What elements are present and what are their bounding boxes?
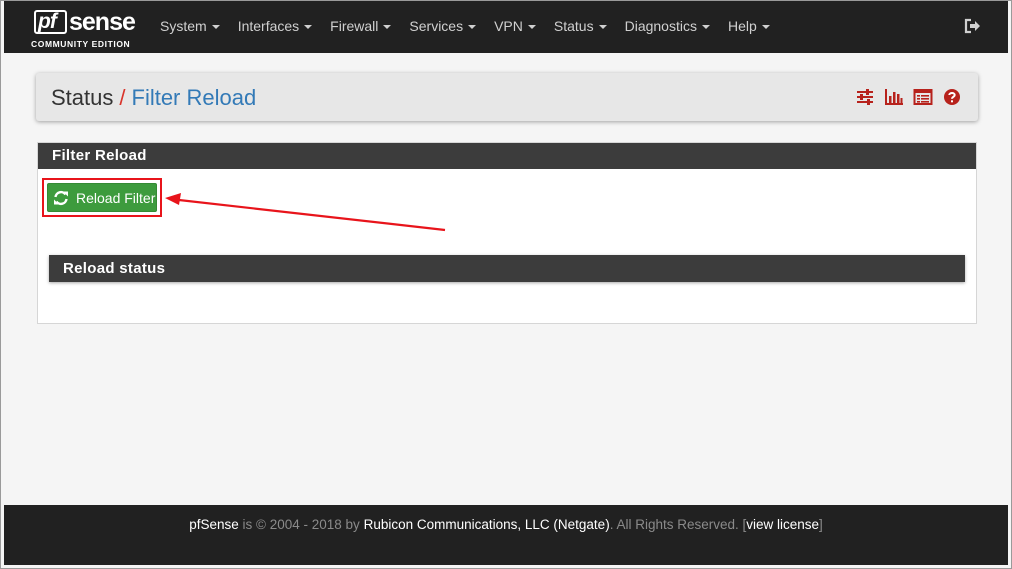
- menu-firewall-label: Firewall: [330, 18, 379, 34]
- breadcrumb-separator: /: [119, 85, 126, 110]
- menu-services-label: Services: [409, 18, 464, 34]
- help-circle-icon[interactable]: [942, 88, 962, 106]
- caret-down-icon: [211, 25, 220, 30]
- menu-services[interactable]: Services: [400, 1, 485, 53]
- reload-filter-label: Reload Filter: [76, 189, 156, 206]
- footer-product: pfSense: [189, 517, 239, 532]
- footer-close-bracket: ]: [819, 517, 823, 532]
- caret-down-icon: [383, 25, 392, 30]
- menu-system[interactable]: System: [151, 1, 229, 53]
- list-table-icon[interactable]: [913, 88, 933, 106]
- caret-down-icon: [761, 25, 770, 30]
- menu-interfaces[interactable]: Interfaces: [229, 1, 321, 53]
- menu-diagnostics[interactable]: Diagnostics: [616, 1, 719, 53]
- menu-interfaces-label: Interfaces: [237, 18, 300, 34]
- footer-copyright: © 2004 - 2018: [256, 517, 342, 532]
- menu-status-label: Status: [553, 18, 594, 34]
- sign-out-icon[interactable]: [964, 18, 982, 34]
- footer: pfSense is © 2004 - 2018 by Rubicon Comm…: [4, 505, 1008, 565]
- caret-down-icon: [701, 25, 710, 30]
- menu-help[interactable]: Help: [719, 1, 779, 53]
- logo-mark: pf: [34, 10, 67, 34]
- footer-company-link[interactable]: Rubicon Communications, LLC (Netgate): [364, 517, 610, 532]
- menu-vpn-label: VPN: [494, 18, 523, 34]
- menu-diagnostics-label: Diagnostics: [624, 18, 697, 34]
- header-shortcuts: [855, 88, 962, 106]
- caret-down-icon: [468, 25, 477, 30]
- menu-vpn[interactable]: VPN: [485, 1, 545, 53]
- menu-firewall[interactable]: Firewall: [321, 1, 400, 53]
- footer-license-link[interactable]: view license: [746, 517, 819, 532]
- highlight-box: Reload Filter: [42, 178, 162, 217]
- breadcrumb: Status / Filter Reload: [51, 85, 256, 111]
- refresh-icon: [54, 190, 68, 205]
- pfsense-logo[interactable]: pf sense COMMUNITY EDITION: [30, 7, 142, 49]
- page-header: Status / Filter Reload: [36, 73, 978, 121]
- logo-edition: COMMUNITY EDITION: [31, 39, 131, 49]
- footer-by: by: [345, 517, 360, 532]
- breadcrumb-parent[interactable]: Status: [51, 85, 113, 110]
- menu-system-label: System: [160, 18, 207, 34]
- panel-title: Filter Reload: [38, 143, 976, 169]
- main-menu: System Interfaces Firewall Services VPN …: [151, 1, 779, 53]
- bar-chart-icon[interactable]: [884, 88, 904, 106]
- logo-name: sense: [69, 8, 136, 36]
- breadcrumb-current[interactable]: Filter Reload: [132, 85, 257, 110]
- caret-down-icon: [598, 25, 607, 30]
- footer-is: is: [242, 517, 253, 532]
- top-navbar: pf sense COMMUNITY EDITION System Interf…: [4, 1, 1008, 53]
- reload-filter-button[interactable]: Reload Filter: [47, 183, 157, 212]
- sliders-icon[interactable]: [855, 88, 875, 106]
- caret-down-icon: [527, 25, 536, 30]
- footer-rights: . All Rights Reserved. [: [609, 517, 747, 532]
- filter-reload-panel: Filter Reload Reload Filter Reload statu…: [37, 142, 977, 324]
- menu-status[interactable]: Status: [545, 1, 616, 53]
- reload-status-heading: Reload status: [49, 255, 965, 282]
- caret-down-icon: [304, 25, 313, 30]
- menu-help-label: Help: [727, 18, 757, 34]
